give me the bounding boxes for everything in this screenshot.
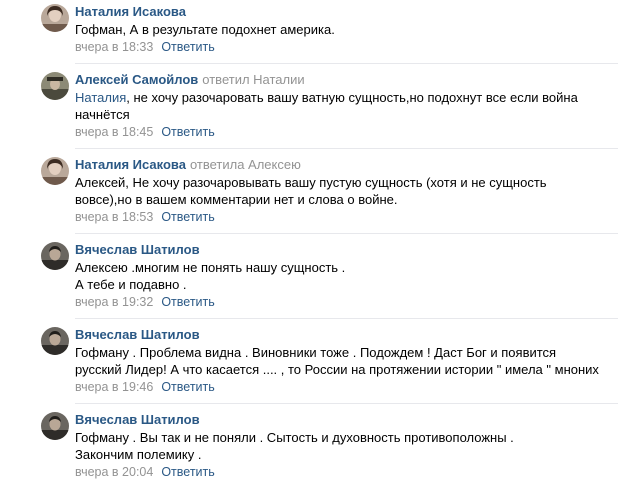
comment-text: Алексей, Не хочу разочаровывать вашу пус… [75,175,547,207]
comment-date[interactable]: вчера в 18:33 [75,40,153,54]
comment-date[interactable]: вчера в 20:04 [75,465,153,479]
comment-date[interactable]: вчера в 19:32 [75,295,153,309]
comment-author[interactable]: Вячеслав Шатилов [75,242,200,257]
comment-author[interactable]: Вячеслав Шатилов [75,412,200,427]
avatar[interactable] [41,327,69,355]
divider [75,403,618,404]
divider [75,63,618,64]
reply-button[interactable]: Ответить [161,40,214,54]
avatar[interactable] [41,72,69,100]
comment-text: Гофману . Вы так и не поняли . Сытость и… [75,430,514,462]
avatar[interactable] [41,157,69,185]
avatar[interactable] [41,4,69,32]
comment-text: Гофман, А в результате подохнет америка. [75,22,335,37]
comment-author[interactable]: Вячеслав Шатилов [75,327,200,342]
reply-to-note[interactable]: ответил Наталии [202,72,304,87]
divider [75,148,618,149]
comment-author[interactable]: Наталия Исакова [75,4,186,19]
comment-date[interactable]: вчера в 18:53 [75,210,153,224]
reply-button[interactable]: Ответить [161,295,214,309]
comment-text: Алексею .многим не понять нашу сущность … [75,260,346,292]
comment-author[interactable]: Алексей Самойлов [75,72,198,87]
reply-button[interactable]: Ответить [161,380,214,394]
avatar[interactable] [41,412,69,440]
comment-text: Наталия, не хочу разочаровать вашу ватну… [75,90,578,122]
reply-button[interactable]: Ответить [161,125,214,139]
avatar[interactable] [41,242,69,270]
comment-date[interactable]: вчера в 18:45 [75,125,153,139]
comment-date[interactable]: вчера в 19:46 [75,380,153,394]
divider [75,318,618,319]
divider [75,233,618,234]
reply-button[interactable]: Ответить [161,210,214,224]
reply-to-note[interactable]: ответила Алексею [190,157,301,172]
comment-text: Гофману . Проблема видна . Виновники тож… [75,345,599,377]
reply-button[interactable]: Ответить [161,465,214,479]
comment-author[interactable]: Наталия Исакова [75,157,186,172]
mention-link[interactable]: Наталия [75,90,126,105]
